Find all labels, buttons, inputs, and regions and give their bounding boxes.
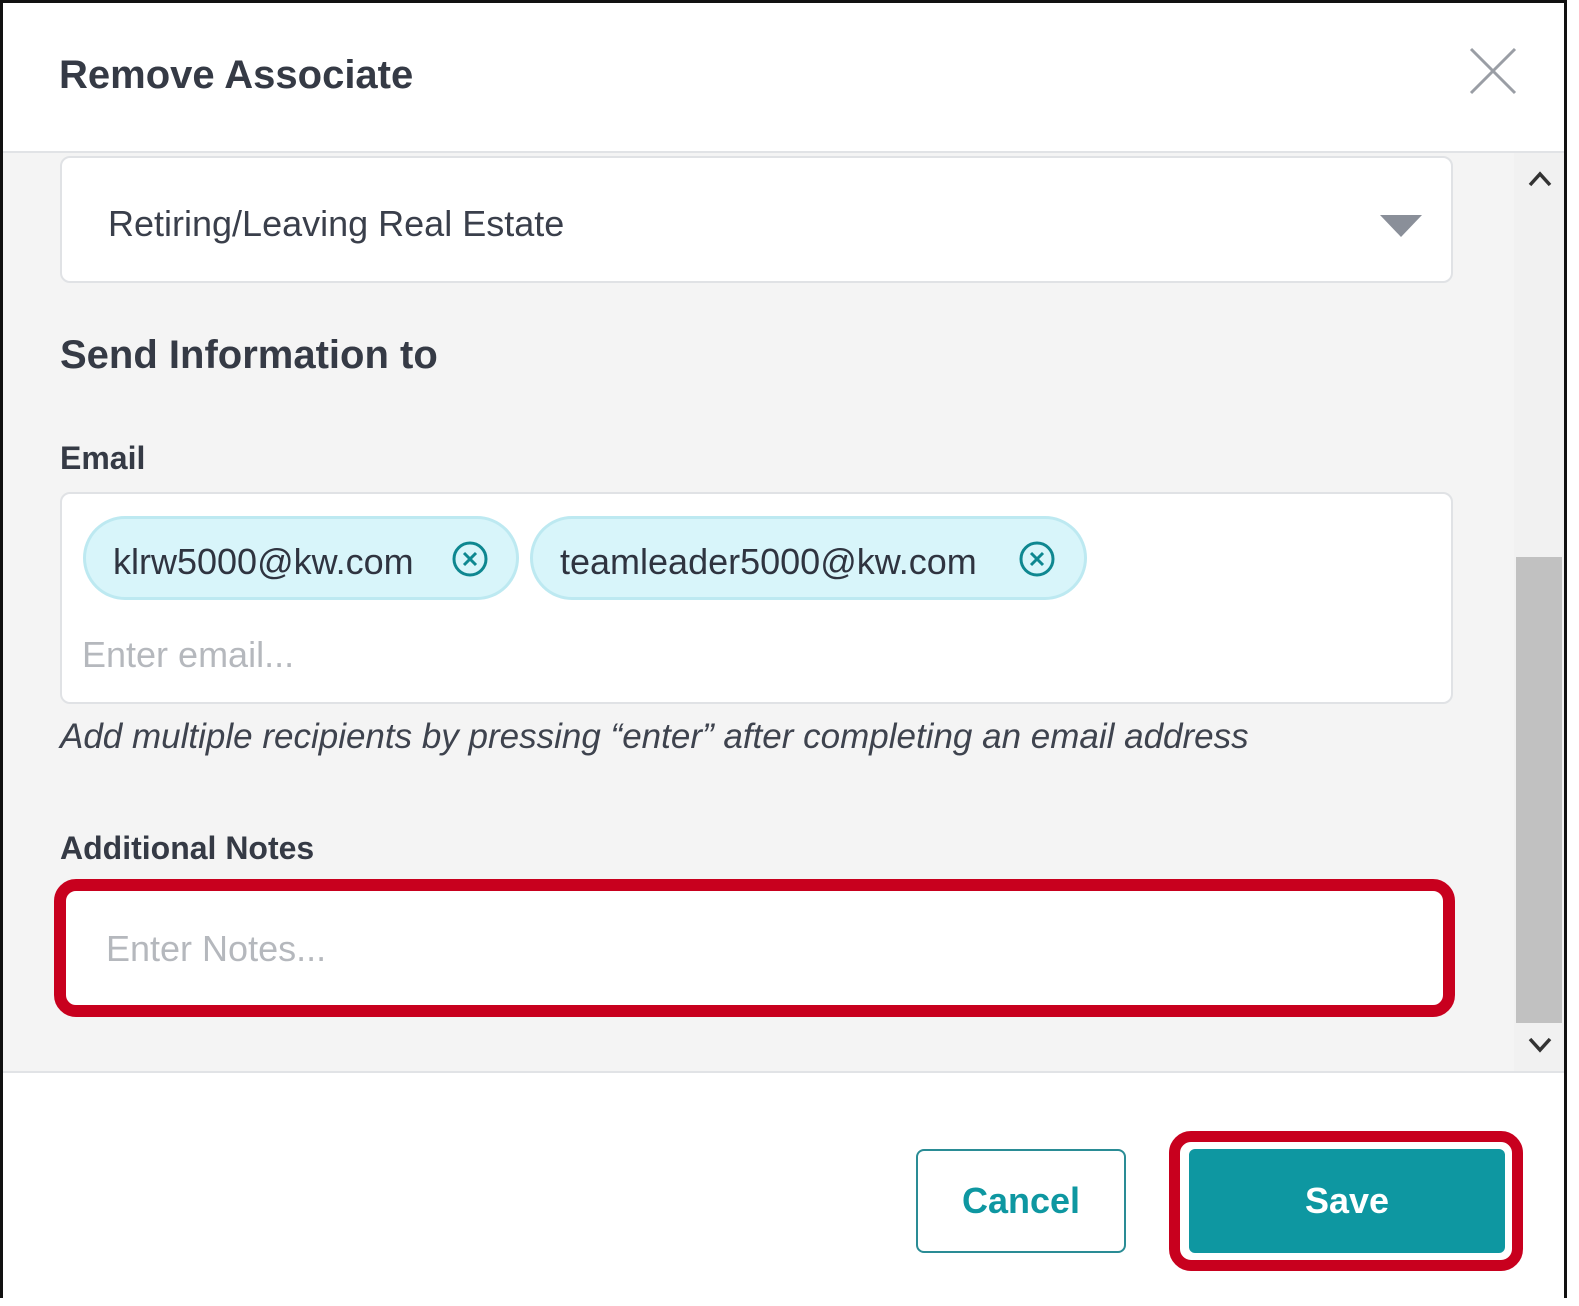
send-information-heading: Send Information to — [60, 333, 438, 377]
dialog-header: Remove Associate — [3, 3, 1564, 153]
cancel-button[interactable]: Cancel — [916, 1149, 1126, 1253]
scrollbar-thumb[interactable] — [1516, 557, 1562, 1023]
dialog-footer: Cancel Save — [3, 1071, 1564, 1298]
additional-notes-input[interactable] — [106, 919, 1406, 979]
save-button[interactable]: Save — [1189, 1149, 1505, 1253]
recipient-chip-label: klrw5000@kw.com — [113, 541, 414, 582]
email-hint: Add multiple recipients by pressing “ent… — [60, 717, 1249, 756]
close-icon[interactable] — [1465, 43, 1521, 99]
email-input[interactable] — [82, 630, 1422, 680]
vertical-scrollbar[interactable] — [1514, 153, 1564, 1071]
chevron-up-icon[interactable] — [1526, 165, 1554, 193]
removal-reason-select[interactable]: Retiring/Leaving Real Estate — [60, 156, 1453, 283]
circle-x-icon[interactable] — [1018, 540, 1056, 578]
dialog-body: Retiring/Leaving Real Estate Send Inform… — [3, 153, 1514, 1071]
recipient-chip: klrw5000@kw.com — [83, 516, 519, 600]
recipient-chip: teamleader5000@kw.com — [530, 516, 1087, 600]
recipient-chip-label: teamleader5000@kw.com — [560, 541, 977, 582]
remove-associate-dialog: Remove Associate Retiring/Leaving Real E… — [0, 0, 1567, 1298]
notes-highlight-box — [54, 879, 1455, 1017]
circle-x-icon[interactable] — [451, 540, 489, 578]
save-highlight-box: Save — [1169, 1131, 1523, 1271]
email-label: Email — [60, 440, 146, 476]
email-recipients-field[interactable]: klrw5000@kw.com teamleader5000@kw.com — [60, 492, 1453, 704]
dialog-title: Remove Associate — [59, 53, 414, 97]
removal-reason-value: Retiring/Leaving Real Estate — [108, 203, 565, 244]
chevron-down-icon[interactable] — [1526, 1031, 1554, 1059]
caret-down-icon — [1380, 215, 1422, 237]
additional-notes-label: Additional Notes — [60, 830, 315, 866]
